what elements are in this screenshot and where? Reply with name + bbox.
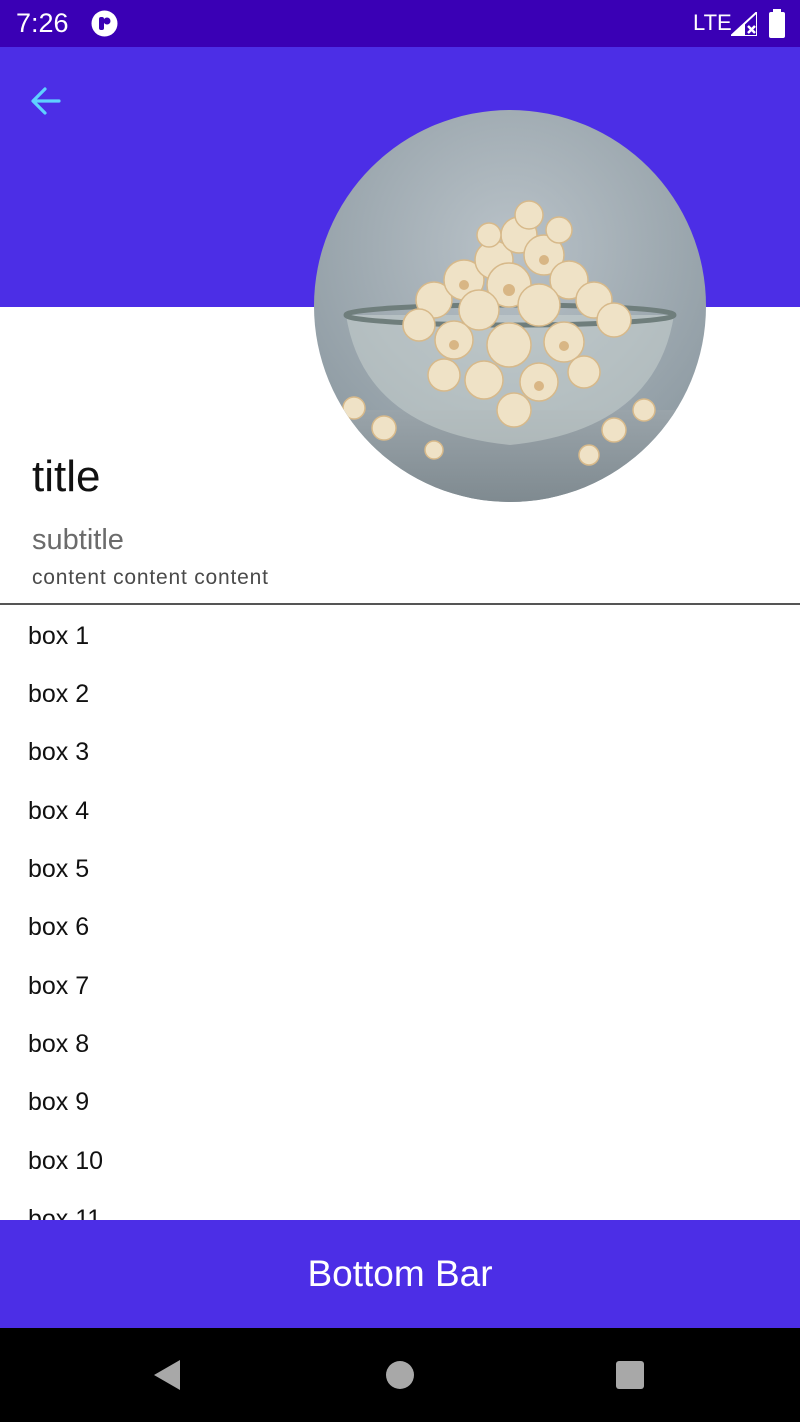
page-title: title <box>32 452 101 501</box>
bottom-bar: Bottom Bar <box>0 1220 800 1328</box>
bottom-bar-label: Bottom Bar <box>307 1253 493 1294</box>
list-item[interactable]: box 11 <box>28 1203 768 1220</box>
list-item[interactable]: box 3 <box>28 736 768 768</box>
nav-home-button[interactable] <box>352 1328 448 1422</box>
list-item[interactable]: box 7 <box>28 970 768 1002</box>
list-item[interactable]: box 1 <box>28 620 768 652</box>
page-subtitle: subtitle <box>32 524 124 556</box>
content-text: content content content <box>32 566 269 589</box>
nav-back-button[interactable] <box>119 1328 215 1422</box>
list-item[interactable]: box 10 <box>28 1145 768 1177</box>
list-item[interactable]: box 9 <box>28 1086 768 1118</box>
triangle-back-icon <box>154 1360 180 1390</box>
network-type-label: LTE <box>693 10 732 35</box>
list-item[interactable]: box 4 <box>28 795 768 827</box>
circle-home-icon <box>386 1361 414 1389</box>
status-time: 7:26 <box>16 8 69 38</box>
arrow-back-icon <box>31 87 61 115</box>
battery-icon <box>769 9 785 38</box>
list-item[interactable]: box 2 <box>28 678 768 710</box>
list-item[interactable]: box 6 <box>28 911 768 943</box>
system-navigation-bar <box>0 1328 800 1422</box>
nav-recents-button[interactable] <box>582 1328 678 1422</box>
signal-icon <box>731 12 757 36</box>
square-recents-icon <box>616 1361 644 1389</box>
popcorn-image <box>314 110 706 502</box>
back-button[interactable] <box>22 77 70 125</box>
list-item[interactable]: box 5 <box>28 853 768 885</box>
list-item[interactable]: box 8 <box>28 1028 768 1060</box>
notification-app-icon <box>91 10 118 37</box>
box-list[interactable]: box 1 box 2 box 3 box 4 box 5 box 6 box … <box>0 605 800 1220</box>
status-bar: 7:26 LTE <box>0 0 800 47</box>
